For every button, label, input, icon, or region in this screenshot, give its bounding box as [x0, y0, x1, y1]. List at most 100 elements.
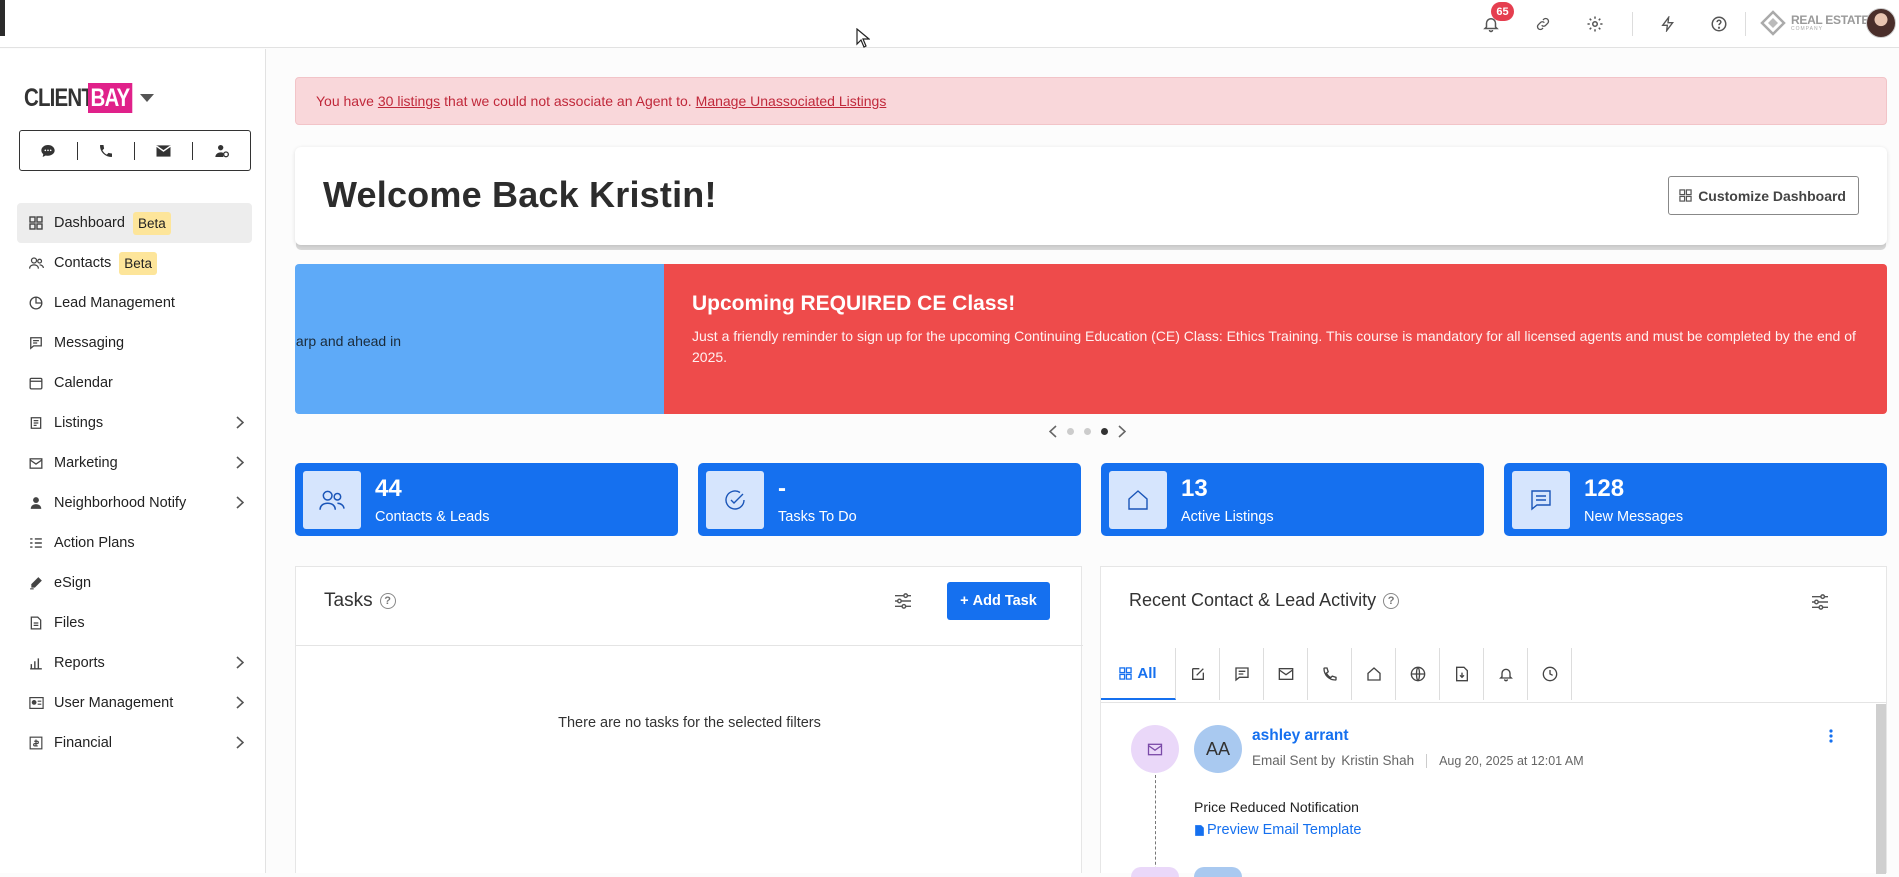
filter-sliders-icon[interactable]	[894, 593, 912, 609]
divider	[76, 141, 78, 160]
chat-icon[interactable]	[36, 139, 60, 163]
gear-icon[interactable]	[1581, 10, 1609, 38]
tab-calls[interactable]	[1308, 648, 1352, 700]
stat-card-contacts[interactable]: 44 Contacts & Leads	[295, 463, 678, 536]
pen-icon	[28, 575, 44, 591]
slide-body: Just a friendly reminder to sign up for …	[692, 328, 1856, 365]
brand-diamond-icon	[1760, 10, 1786, 36]
user-avatar[interactable]	[1866, 8, 1896, 38]
grid-icon	[1679, 189, 1692, 202]
chevron-right-icon	[236, 496, 244, 509]
contact-name-link[interactable]: ashley arrant	[1252, 727, 1349, 745]
stat-card-tasks[interactable]: - Tasks To Do	[698, 463, 1081, 536]
divider	[1426, 753, 1428, 768]
avatar[interactable]: AA	[1194, 725, 1242, 773]
phone-icon[interactable]	[94, 139, 118, 163]
sms-icon	[1234, 666, 1250, 682]
carousel-dot[interactable]	[1067, 428, 1074, 435]
tab-documents[interactable]	[1440, 648, 1484, 700]
edit-icon	[1190, 666, 1206, 682]
sidebar-item-files[interactable]: Files	[17, 603, 252, 643]
sidebar-item-label: Listings	[54, 415, 104, 431]
house-icon	[1109, 471, 1167, 529]
sidebar-item-marketing[interactable]: Marketing	[17, 443, 252, 483]
listings-icon	[28, 415, 44, 431]
brand-logo[interactable]: REAL ESTATE COMPANY	[1760, 8, 1869, 38]
tab-email[interactable]	[1264, 648, 1308, 700]
chevron-left-icon[interactable]	[1049, 425, 1057, 438]
sidebar-item-label: Reports	[54, 655, 105, 671]
customize-dashboard-button[interactable]: Customize Dashboard	[1668, 176, 1859, 215]
tab-web[interactable]	[1396, 648, 1440, 700]
slide-text: arp and ahead in	[295, 333, 401, 349]
customize-label: Customize Dashboard	[1698, 187, 1846, 204]
lightning-icon[interactable]	[1654, 10, 1682, 38]
tab-sms[interactable]	[1220, 648, 1264, 700]
link-icon[interactable]	[1529, 10, 1557, 38]
help-icon[interactable]: ?	[1383, 592, 1400, 609]
tab-alerts[interactable]	[1484, 648, 1528, 700]
sidebar-item-user-management[interactable]: User Management	[17, 683, 252, 723]
manage-unassociated-link[interactable]: Manage Unassociated Listings	[696, 93, 887, 109]
listings-count-link[interactable]: 30 listings	[378, 93, 440, 109]
people-icon	[303, 471, 361, 529]
tab-all[interactable]: All	[1101, 648, 1176, 700]
activity-title: Recent Contact & Lead Activity	[1129, 590, 1377, 610]
sidebar-item-label: Contacts	[54, 255, 112, 271]
tasks-title: Tasks	[324, 590, 373, 611]
carousel-slide-current[interactable]: Upcoming REQUIRED CE Class! Just a frien…	[664, 264, 1887, 414]
chevron-right-icon	[236, 456, 244, 469]
sidebar-item-calendar[interactable]: Calendar	[17, 363, 252, 403]
sidebar-item-financial[interactable]: Financial	[17, 723, 252, 763]
sidebar-item-lead-management[interactable]: Lead Management	[17, 283, 252, 323]
mouse-cursor	[856, 28, 870, 48]
sidebar-item-listings[interactable]: Listings	[17, 403, 252, 443]
carousel-pager	[1049, 425, 1126, 438]
carousel-dot-active[interactable]	[1101, 428, 1108, 435]
tasks-panel: Tasks ? + Add Task There are no tasks fo…	[295, 566, 1083, 873]
stat-card-messages[interactable]: 128 New Messages	[1504, 463, 1887, 536]
help-icon[interactable]: ?	[379, 593, 396, 609]
help-icon[interactable]	[1705, 10, 1733, 38]
sidebar-item-reports[interactable]: Reports	[17, 643, 252, 683]
tab-listings[interactable]	[1352, 648, 1396, 700]
chevron-right-icon[interactable]	[1118, 425, 1126, 438]
divider	[296, 645, 1083, 646]
sidebar-item-esign[interactable]: eSign	[17, 563, 252, 603]
sidebar: CLIENT BAY Dashboard Beta Contacts Beta …	[0, 49, 266, 873]
app-logo[interactable]: CLIENT BAY	[24, 83, 154, 113]
sidebar-item-label: Files	[54, 615, 85, 631]
logo-bay: BAY	[88, 83, 132, 113]
activity-tabs: All	[1101, 648, 1887, 703]
tab-history[interactable]	[1528, 648, 1572, 700]
page-title: Welcome Back Kristin!	[323, 174, 717, 215]
more-options-icon[interactable]	[1829, 729, 1833, 743]
stat-value: 13	[1181, 475, 1208, 502]
sidebar-item-action-plans[interactable]: Action Plans	[17, 523, 252, 563]
tab-notes[interactable]	[1176, 648, 1220, 700]
scrollbar[interactable]	[1876, 704, 1886, 874]
carousel-dot[interactable]	[1084, 428, 1091, 435]
pie-chart-icon	[28, 295, 44, 311]
stat-card-listings[interactable]: 13 Active Listings	[1101, 463, 1484, 536]
preview-email-template-link[interactable]: Preview Email Template	[1194, 822, 1361, 838]
sidebar-item-neighborhood-notify[interactable]: Neighborhood Notify	[17, 483, 252, 523]
divider	[134, 141, 136, 160]
message-icon	[1512, 471, 1570, 529]
add-task-button[interactable]: + Add Task	[947, 582, 1050, 620]
alert-prefix: You have	[316, 93, 374, 109]
slide-title: Upcoming REQUIRED CE Class!	[692, 292, 1016, 315]
chevron-down-icon[interactable]	[140, 94, 154, 102]
filter-sliders-icon[interactable]	[1811, 594, 1829, 610]
carousel-slide-previous[interactable]: arp and ahead in	[295, 264, 664, 414]
mail-icon[interactable]	[152, 139, 176, 163]
activity-header: Recent Contact & Lead Activity ?	[1129, 590, 1400, 611]
people-icon	[28, 255, 44, 271]
sidebar-item-dashboard[interactable]: Dashboard Beta	[17, 203, 252, 243]
house-icon	[1366, 666, 1382, 682]
sidebar-item-messaging[interactable]: Messaging	[17, 323, 252, 363]
sidebar-item-contacts[interactable]: Contacts Beta	[17, 243, 252, 283]
contact-icon[interactable]	[210, 139, 234, 163]
plus-icon: +	[960, 593, 969, 609]
message-icon	[28, 335, 44, 351]
